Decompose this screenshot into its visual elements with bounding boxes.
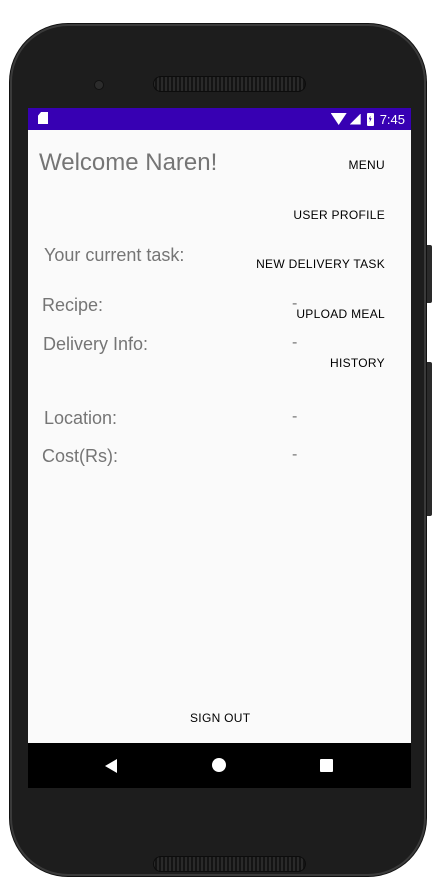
location-value: - (292, 408, 298, 425)
status-time: 7:45 (379, 111, 405, 127)
home-icon[interactable] (212, 758, 226, 772)
recipe-value: - (292, 295, 298, 312)
status-bar: 7:45 (28, 108, 411, 130)
power-button[interactable] (427, 245, 432, 303)
user-profile-button[interactable]: USER PROFILE (293, 208, 385, 222)
wifi-icon (330, 113, 347, 125)
history-button[interactable]: HISTORY (330, 356, 385, 370)
sd-card-icon (38, 112, 48, 124)
cost-value: - (292, 446, 298, 463)
delivery-info-value: - (292, 334, 298, 351)
app-screen: 7:45 Welcome Naren! MENU USER PROFILE NE… (28, 108, 411, 788)
front-camera-icon (95, 81, 103, 89)
sign-out-button[interactable]: SIGN OUT (190, 711, 250, 725)
recents-icon[interactable] (320, 759, 333, 772)
cell-signal-icon (349, 113, 361, 125)
recipe-label: Recipe: (42, 295, 104, 315)
system-nav-bar (28, 743, 411, 788)
menu-button[interactable]: MENU (348, 158, 385, 172)
cost-label: Cost(Rs): (42, 446, 118, 466)
location-label: Location: (44, 408, 118, 428)
bottom-speaker (153, 856, 306, 872)
volume-rocker[interactable] (427, 362, 432, 516)
current-task-label: Your current task: (44, 245, 185, 265)
delivery-info-label: Delivery Info: (43, 334, 149, 354)
status-indicators: 7:45 (330, 111, 405, 127)
back-icon[interactable] (105, 759, 117, 773)
earpiece-speaker (153, 76, 306, 92)
upload-meal-button[interactable]: UPLOAD MEAL (296, 307, 385, 321)
welcome-title: Welcome Naren! (39, 149, 218, 176)
battery-charging-icon (366, 112, 374, 126)
new-delivery-task-button[interactable]: NEW DELIVERY TASK (256, 257, 385, 271)
